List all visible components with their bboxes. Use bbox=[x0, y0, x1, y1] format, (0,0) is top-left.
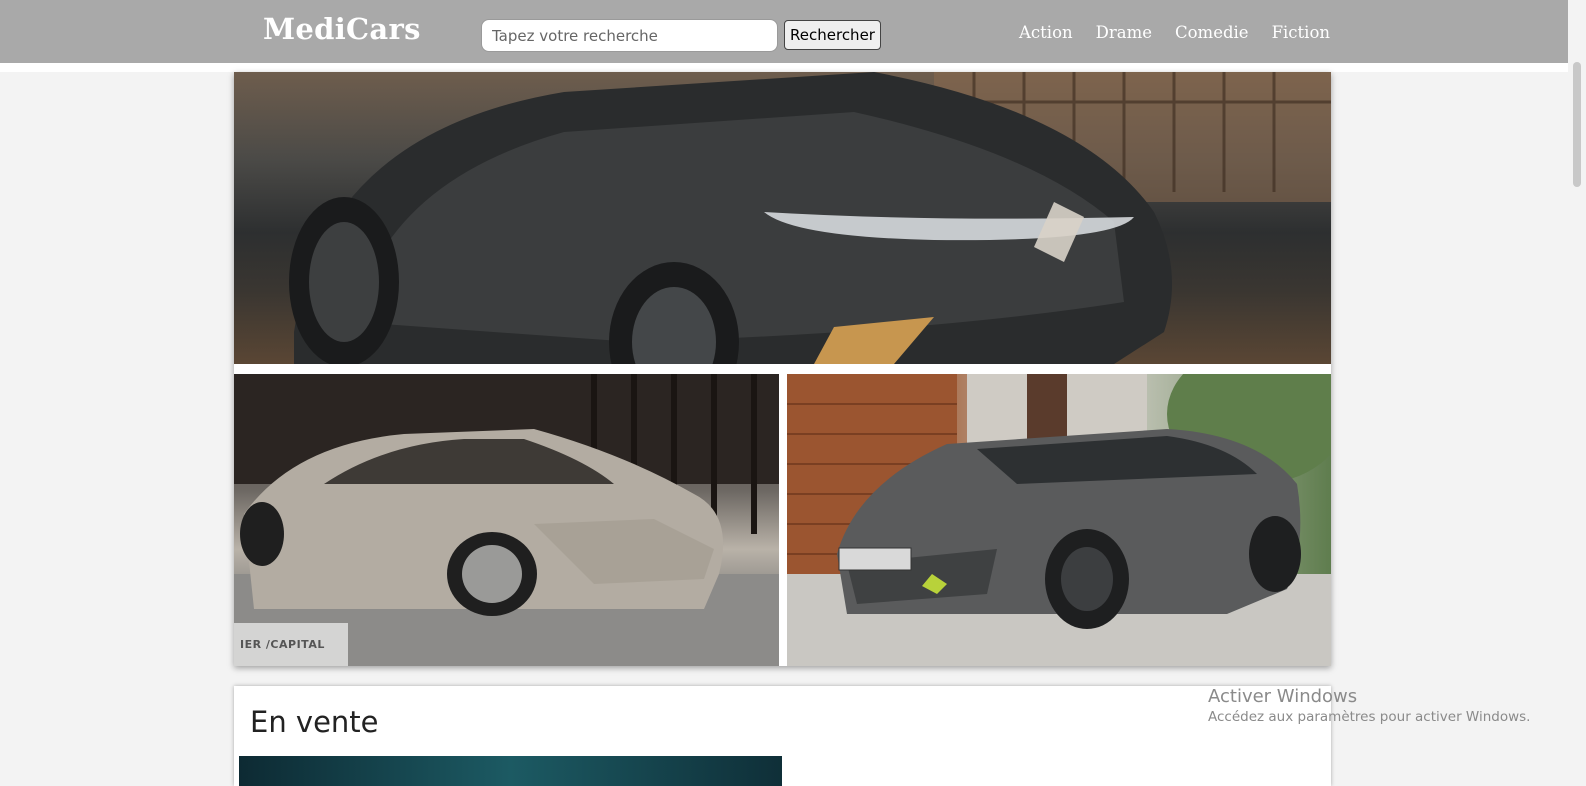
search-button[interactable]: Rechercher bbox=[784, 20, 881, 50]
peugeot-wagon-photo[interactable] bbox=[787, 344, 1331, 666]
search-input[interactable] bbox=[481, 19, 778, 52]
hero-gallery: IER /CAPITAL bbox=[234, 72, 1331, 666]
activation-subtitle: Accédez aux paramètres pour activer Wind… bbox=[1208, 709, 1531, 725]
nav-link-action[interactable]: Action bbox=[1019, 23, 1073, 42]
photo-credit-badge: IER /CAPITAL bbox=[234, 623, 348, 666]
ds-sedan-photo[interactable]: IER /CAPITAL bbox=[234, 374, 779, 666]
page-scrollbar[interactable] bbox=[1568, 0, 1586, 777]
navbar-divider bbox=[0, 63, 1568, 72]
car-illustration bbox=[289, 72, 1331, 422]
scrollbar-thumb[interactable] bbox=[1573, 62, 1581, 187]
nav-link-fiction[interactable]: Fiction bbox=[1272, 23, 1330, 42]
windows-activation-watermark: Activer Windows Accédez aux paramètres p… bbox=[1208, 686, 1530, 725]
for-sale-section: En vente bbox=[234, 686, 1331, 786]
category-nav: Action Drame Comedie Fiction bbox=[1019, 23, 1353, 42]
nav-link-comedie[interactable]: Comedie bbox=[1175, 23, 1249, 42]
section-title: En vente bbox=[250, 705, 379, 739]
wagon-illustration bbox=[787, 344, 1331, 666]
site-logo[interactable]: MediCars bbox=[263, 12, 421, 46]
listing-thumbnail[interactable] bbox=[239, 756, 782, 786]
activation-title: Activer Windows bbox=[1208, 686, 1358, 707]
renault-electric-car-photo[interactable] bbox=[234, 72, 1331, 422]
nav-link-drame[interactable]: Drame bbox=[1096, 23, 1152, 42]
